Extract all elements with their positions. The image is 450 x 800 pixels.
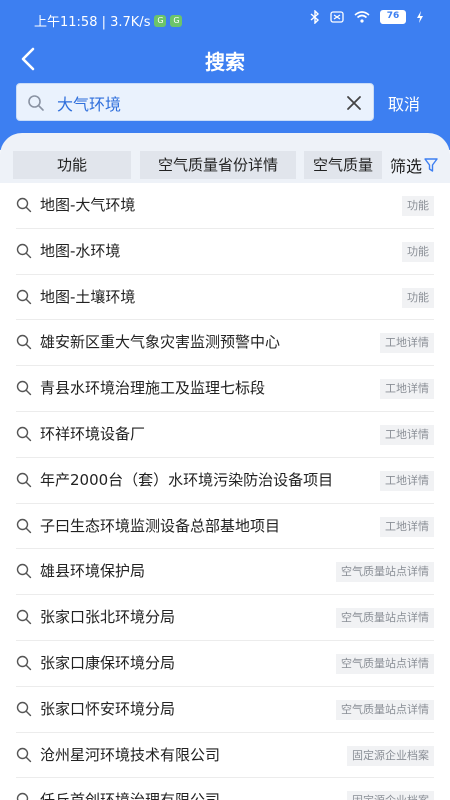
charging-icon	[417, 11, 423, 23]
list-item-label: 张家口康保环境分局	[40, 653, 176, 672]
list-item[interactable]: 张家口怀安环境分局 空气质量站点详情	[16, 687, 434, 733]
list-item-tag: 固定源企业档案	[347, 791, 434, 800]
search-icon	[16, 655, 32, 671]
nav-bar: 搜索	[0, 38, 450, 80]
clear-icon	[347, 96, 361, 110]
list-item-tag: 空气质量站点详情	[336, 608, 434, 629]
search-icon	[16, 426, 32, 442]
list-item-tag: 工地详情	[380, 379, 434, 400]
filter-chip-air-quality-province[interactable]: 空气质量省份详情	[140, 151, 296, 179]
status-time: 上午11:58 | 3.7K/s	[34, 15, 151, 30]
page-title: 搜索	[205, 50, 245, 74]
list-item[interactable]: 地图-大气环境 功能	[16, 183, 434, 229]
list-item[interactable]: 青县水环境治理施工及监理七标段 工地详情	[16, 366, 434, 412]
list-item[interactable]: 年产2000台（套）水环境污染防治设备项目 工地详情	[16, 458, 434, 504]
status-bar: 上午11:58 | 3.7K/s G G 76	[0, 0, 450, 38]
list-item-tag: 空气质量站点详情	[336, 653, 434, 674]
list-item-label: 地图-大气环境	[40, 196, 136, 214]
list-item-tag: 固定源企业档案	[347, 745, 434, 766]
list-item[interactable]: 任丘首创环境治理有限公司 固定源企业档案	[16, 778, 434, 800]
search-icon	[16, 335, 32, 350]
list-item-tag: 工地详情	[380, 424, 434, 445]
search-icon	[16, 289, 32, 304]
list-item-label: 地图-水环境	[40, 241, 121, 260]
search-input[interactable]	[57, 90, 337, 116]
search-icon	[16, 609, 32, 625]
search-icon	[16, 793, 29, 800]
header: 上午11:58 | 3.7K/s G G 76 搜索 大气环境 取消	[0, 0, 450, 150]
search-box[interactable]	[16, 83, 374, 121]
list-item-tag: 功能	[402, 241, 434, 262]
list-item[interactable]: 沧州星河环境技术有限公司 固定源企业档案	[16, 733, 434, 779]
search-icon	[16, 197, 32, 213]
bluetooth-icon	[310, 10, 320, 24]
list-item[interactable]: 地图-水环境 功能	[16, 229, 434, 275]
list-item-label: 子曰生态环境监测设备总部基地项目	[40, 516, 281, 535]
list-item-label: 雄安新区重大气象灾害监测预警中心	[40, 333, 281, 352]
list-item-label: 雄县环境保护局	[40, 562, 146, 581]
list-item-tag: 空气质量站点详情	[336, 562, 434, 583]
filter-label: 筛选	[390, 157, 423, 176]
list-item-tag: 工地详情	[380, 470, 434, 491]
list-item-label: 年产2000台（套）水环境污染防治设备项目	[40, 470, 334, 489]
list-item[interactable]: 雄县环境保护局 空气质量站点详情	[16, 549, 434, 596]
app-notification-icon: G	[170, 14, 183, 27]
list-item[interactable]: 张家口张北环境分局 空气质量站点详情	[16, 595, 434, 641]
clear-search-button[interactable]	[345, 94, 363, 112]
list-item-tag: 工地详情	[380, 516, 434, 537]
list-item-tag: 功能	[402, 196, 434, 216]
list-item-label: 环祥环境设备厂	[40, 424, 146, 443]
list-item-tag: 功能	[402, 287, 434, 308]
filter-chip-function[interactable]: 功能	[13, 151, 131, 179]
search-icon	[16, 701, 32, 716]
search-icon	[16, 380, 32, 396]
status-left: 上午11:58 | 3.7K/s G G	[34, 11, 183, 30]
list-item-label: 地图-土壤环境	[40, 287, 136, 306]
cancel-button[interactable]: 取消	[388, 91, 420, 115]
list-item-tag: 空气质量站点详情	[336, 699, 434, 720]
app-notification-icon: G	[154, 14, 167, 27]
sim-icon	[330, 11, 344, 23]
list-item-label: 青县水环境治理施工及监理七标段	[40, 379, 266, 398]
status-right: 76	[310, 10, 424, 24]
battery-icon: 76	[380, 10, 406, 24]
list-item-label: 沧州星河环境技术有限公司	[40, 745, 221, 764]
search-icon	[16, 518, 32, 533]
list-item[interactable]: 雄安新区重大气象灾害监测预警中心 工地详情	[16, 320, 434, 367]
wifi-icon	[354, 11, 370, 23]
list-item-label: 张家口怀安环境分局	[40, 699, 176, 718]
search-icon	[16, 472, 32, 487]
list-item[interactable]: 地图-土壤环境 功能	[16, 275, 434, 321]
filter-bar: 功能 空气质量省份详情 空气质量 筛选	[0, 133, 450, 183]
list-item-tag: 工地详情	[380, 333, 434, 354]
list-item-label: 张家口张北环境分局	[40, 608, 176, 627]
list-item[interactable]: 环祥环境设备厂 工地详情	[16, 412, 434, 458]
filter-funnel-icon	[424, 158, 438, 172]
result-list: 地图-大气环境 功能 地图-水环境 功能 地图-土壤环境 功能 雄安新区重大气象灾害监测预警…	[0, 183, 450, 800]
list-item-label: 任丘首创环境治理有限公司	[40, 789, 220, 800]
filter-button[interactable]: 筛选	[390, 153, 438, 177]
list-item[interactable]: 子曰生态环境监测设备总部基地项目 工地详情	[16, 504, 434, 550]
filter-chip-air-quality[interactable]: 空气质量	[304, 151, 382, 179]
search-icon	[16, 747, 32, 762]
search-icon	[16, 243, 32, 258]
list-item[interactable]: 张家口康保环境分局 空气质量站点详情	[16, 641, 434, 687]
search-icon	[16, 564, 32, 579]
search-icon	[27, 94, 45, 112]
